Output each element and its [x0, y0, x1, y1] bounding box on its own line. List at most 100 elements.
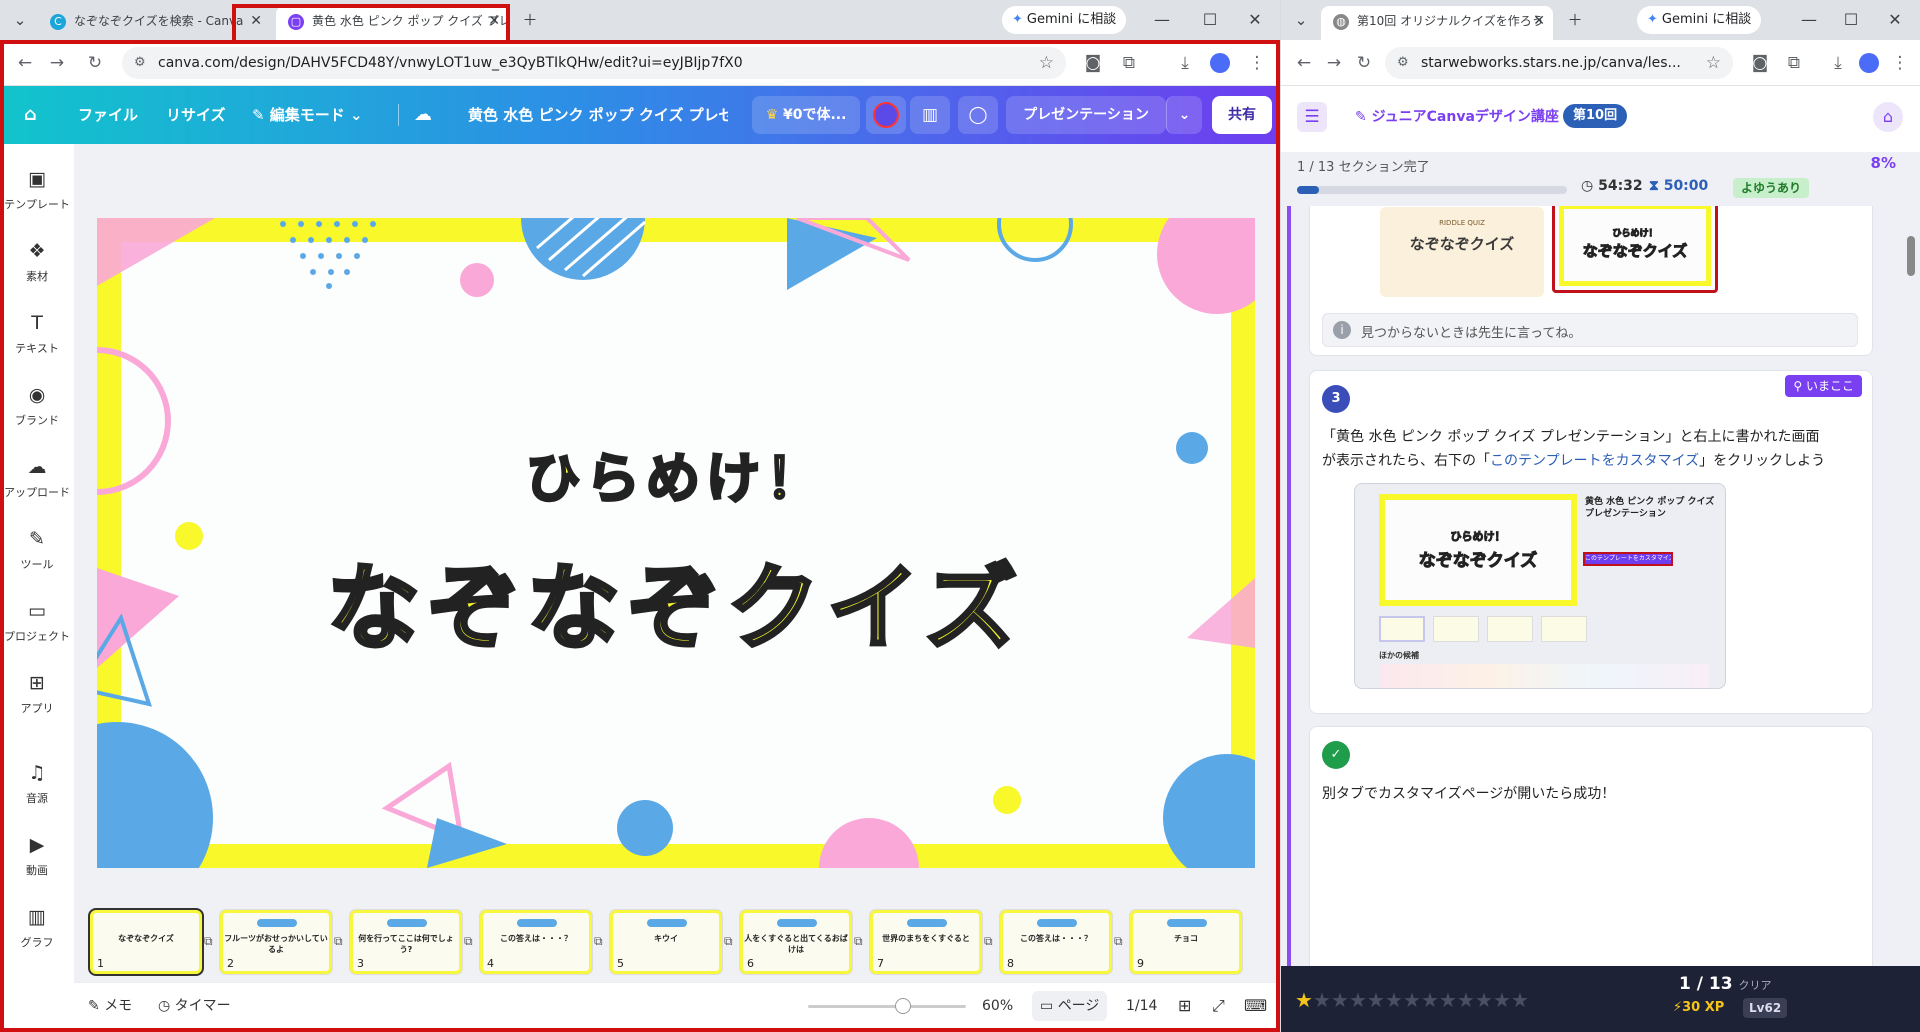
- new-tab-icon[interactable]: ＋: [518, 8, 542, 32]
- selected-template-option[interactable]: ひらめけ！ なぞなぞクイズ: [1552, 206, 1718, 293]
- riddle-template-option[interactable]: RIDDLE QUIZ なぞなぞクイズ: [1380, 207, 1544, 297]
- thumbnail-page-8[interactable]: この答えは・・・？ 8: [1000, 910, 1112, 974]
- transition-icon[interactable]: ⧉: [724, 934, 733, 949]
- minimize-icon[interactable]: —: [1795, 6, 1823, 34]
- help-assistant-icon[interactable]: ⌨: [1244, 983, 1267, 1029]
- download-icon[interactable]: ⤓: [1172, 50, 1198, 76]
- site-info-icon[interactable]: ⚙: [134, 47, 146, 79]
- back-icon[interactable]: ←: [1291, 50, 1317, 76]
- zoom-slider[interactable]: [808, 998, 966, 1014]
- trial-button[interactable]: ♛ ¥0で体...: [752, 96, 860, 134]
- close-tab-icon[interactable]: ✕: [250, 6, 262, 36]
- maximize-icon[interactable]: ☐: [1196, 6, 1224, 34]
- download-icon[interactable]: ⤓: [1825, 50, 1851, 76]
- resize-menu[interactable]: リサイズ: [166, 86, 226, 144]
- zoom-slider-handle[interactable]: [894, 998, 911, 1014]
- slide-subtitle[interactable]: ひらめけ！: [97, 434, 1255, 513]
- minimize-icon[interactable]: —: [1148, 6, 1176, 34]
- hamburger-menu-icon[interactable]: ☰: [1297, 102, 1327, 132]
- profile-avatar[interactable]: [1859, 53, 1879, 73]
- new-tab-icon[interactable]: ＋: [1563, 8, 1587, 32]
- gemini-button[interactable]: ✦ Gemini に相談: [1002, 6, 1127, 34]
- reload-icon[interactable]: ↻: [82, 50, 108, 76]
- thumbnail-page-7[interactable]: 世界のまちをくすぐると 7: [870, 910, 982, 974]
- thumbnail-page-5[interactable]: キウイ 5: [610, 910, 722, 974]
- progress-text: 1 / 13 セクション完了: [1297, 160, 1430, 175]
- transition-icon[interactable]: ⧉: [464, 934, 473, 949]
- extensions-icon[interactable]: ⧉: [1116, 50, 1142, 76]
- insights-chart-icon[interactable]: ▥: [910, 96, 950, 134]
- sidebar-item-chart[interactable]: ▥ グラフ: [0, 904, 74, 950]
- tab-search-icon[interactable]: ⌄: [8, 8, 32, 32]
- grid-view-icon[interactable]: ⊞: [1178, 983, 1191, 1029]
- forward-icon[interactable]: →: [1321, 50, 1347, 76]
- zoom-level[interactable]: 60%: [982, 983, 1013, 1029]
- menu-icon[interactable]: ⋮: [1244, 50, 1270, 76]
- tab-lesson[interactable]: ◍ 第10回 オリジナルクイズを作ろう ✕: [1321, 6, 1553, 40]
- share-button[interactable]: 共有: [1212, 96, 1272, 134]
- sidebar-item-upload[interactable]: ☁ アップロード: [0, 454, 74, 500]
- thumbnail-page-4[interactable]: この答えは・・・？ 4: [480, 910, 592, 974]
- slide-canvas[interactable]: ひらめけ！ なぞなぞクイズ: [97, 218, 1255, 868]
- sidebar-item-text[interactable]: T テキスト: [0, 310, 74, 356]
- slide-title[interactable]: なぞなぞクイズ: [97, 534, 1255, 667]
- sidebar-item-projects[interactable]: ▭ プロジェクト: [0, 598, 74, 644]
- menu-icon[interactable]: ⋮: [1887, 50, 1913, 76]
- transition-icon[interactable]: ⧉: [594, 934, 603, 949]
- thumbnail-page-6[interactable]: 人をくすぐると出てくるおばけは 6: [740, 910, 852, 974]
- tab-canva-design[interactable]: ▢ 黄色 水色 ピンク ポップ クイズ プレ ✕: [276, 6, 508, 40]
- extensions-icon[interactable]: ⧉: [1781, 50, 1807, 76]
- avatar-button[interactable]: [866, 96, 906, 134]
- scrollbar-thumb[interactable]: [1907, 236, 1915, 276]
- transition-icon[interactable]: ⧉: [854, 934, 863, 949]
- customize-link[interactable]: このテンプレートをカスタマイズ: [1490, 453, 1699, 469]
- forward-icon[interactable]: →: [44, 50, 70, 76]
- sidebar-item-tools[interactable]: ✎ ツール: [0, 526, 74, 572]
- bookmark-star-icon[interactable]: ☆: [1706, 47, 1721, 79]
- comment-icon[interactable]: ◯: [958, 96, 998, 134]
- maximize-icon[interactable]: ☐: [1837, 6, 1865, 34]
- sidebar-item-music[interactable]: ♫ 音源: [0, 760, 74, 806]
- home-icon[interactable]: ⌂: [24, 86, 37, 144]
- screenshot-icon[interactable]: ◙: [1080, 50, 1106, 76]
- transition-icon[interactable]: ⧉: [984, 934, 993, 949]
- file-menu[interactable]: ファイル: [78, 86, 138, 144]
- tab-canva-search[interactable]: C なぞなぞクイズを検索 - Canva ✕: [38, 6, 270, 40]
- thumbnail-page-1[interactable]: なぞなぞクイズ 1: [90, 910, 202, 974]
- sidebar-item-video[interactable]: ▶ 動画: [0, 832, 74, 878]
- fullscreen-icon[interactable]: ⤢: [1212, 983, 1225, 1029]
- close-tab-icon[interactable]: ✕: [488, 6, 500, 36]
- screenshot-icon[interactable]: ◙: [1747, 50, 1773, 76]
- profile-avatar[interactable]: [1210, 53, 1230, 73]
- address-bar[interactable]: ⚙ canva.com/design/DAHV5FCD48Y/vnwyLOT1u…: [122, 47, 1066, 79]
- sidebar-item-brand[interactable]: ◉ ブランド: [0, 382, 74, 428]
- sidebar-item-apps[interactable]: ⊞ アプリ: [0, 670, 74, 716]
- tab-search-icon[interactable]: ⌄: [1289, 8, 1313, 32]
- thumbnail-page-2[interactable]: フルーツがおせっかいしているよ 2: [220, 910, 332, 974]
- timer-button[interactable]: ◷ タイマー: [158, 983, 231, 1029]
- address-bar[interactable]: ⚙ starwebworks.stars.ne.jp/canva/les... …: [1385, 47, 1733, 79]
- thumbnail-page-9[interactable]: チョコ 9: [1130, 910, 1242, 974]
- transition-icon[interactable]: ⧉: [334, 934, 343, 949]
- bookmark-star-icon[interactable]: ☆: [1039, 47, 1054, 79]
- close-window-icon[interactable]: ✕: [1241, 6, 1269, 34]
- gemini-button[interactable]: ✦ Gemini に相談: [1637, 6, 1762, 34]
- reload-icon[interactable]: ↻: [1351, 50, 1377, 76]
- pages-button[interactable]: ▭ ページ: [1032, 991, 1108, 1021]
- transition-icon[interactable]: ⧉: [1114, 934, 1123, 949]
- sidebar-item-elements[interactable]: ❖ 素材: [0, 238, 74, 284]
- back-icon[interactable]: ←: [12, 50, 38, 76]
- thumbnail-page-3[interactable]: 何を行ってここは何でしょう? 3: [350, 910, 462, 974]
- present-button[interactable]: プレゼンテーション: [1006, 96, 1166, 134]
- home-icon[interactable]: ⌂: [1873, 102, 1903, 132]
- sidebar-item-template[interactable]: ▣ テンプレート: [0, 166, 74, 212]
- design-title[interactable]: 黄色 水色 ピンク ポップ クイズ プレゼ...: [468, 86, 728, 144]
- close-window-icon[interactable]: ✕: [1881, 6, 1909, 34]
- notes-button[interactable]: ✎ メモ: [88, 983, 132, 1029]
- edit-mode-menu[interactable]: ✎ 編集モード ⌄: [252, 86, 363, 144]
- site-info-icon[interactable]: ⚙: [1397, 47, 1409, 79]
- transition-icon[interactable]: ⧉: [204, 934, 213, 949]
- cloud-save-icon[interactable]: ☁: [414, 86, 432, 144]
- present-options-chevron-icon[interactable]: ⌄: [1166, 96, 1202, 134]
- close-tab-icon[interactable]: ✕: [1533, 6, 1545, 36]
